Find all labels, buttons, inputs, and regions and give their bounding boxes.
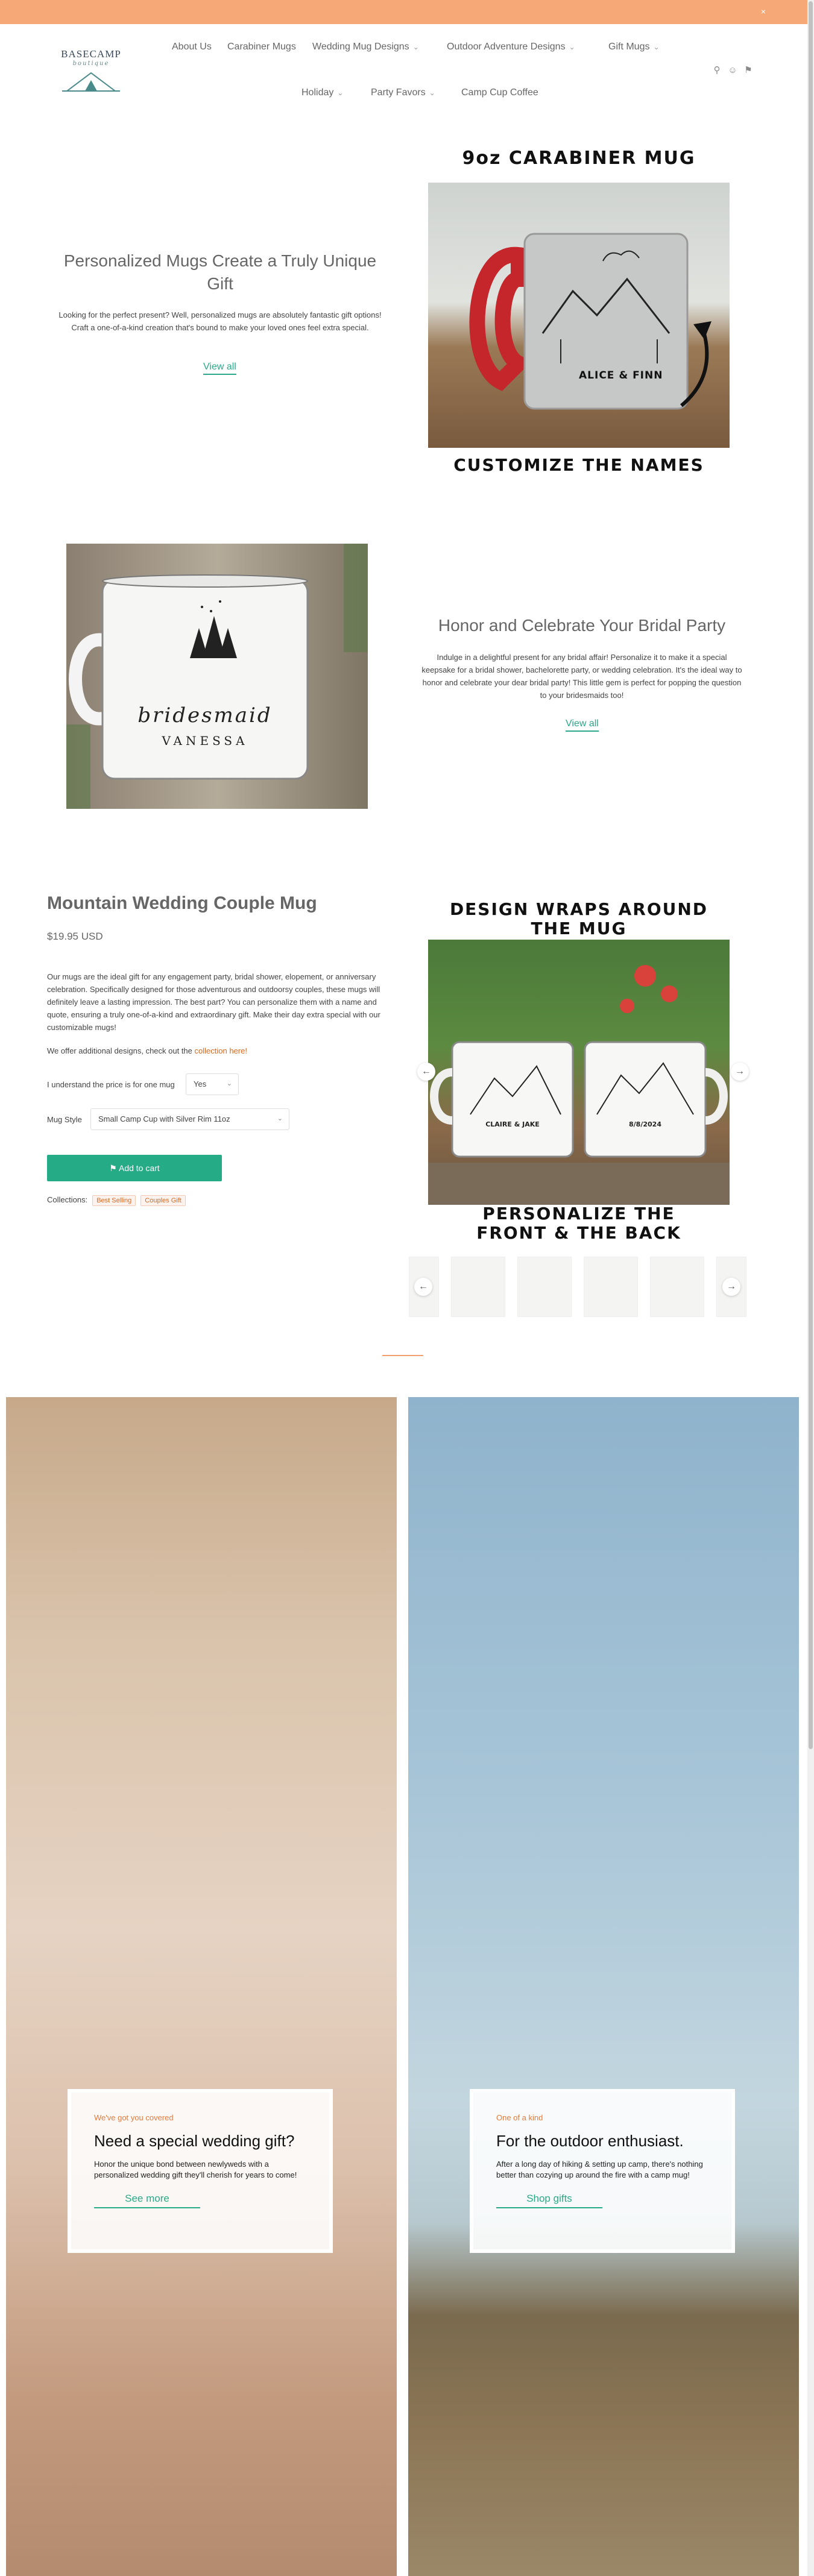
feature1-title: Need a special wedding gift? [94,2132,295,2150]
chevron-down-icon: ⌄ [412,43,419,51]
mug-right-text: 8/8/2024 [629,1120,661,1128]
product-more-designs: We offer additional designs, check out t… [47,1046,247,1055]
chevron-down-icon: ⌄ [429,89,435,97]
nav-wedding-mug-designs[interactable]: Wedding Mug Designs ⌄ [312,42,419,52]
product-price: $19.95 USD [47,931,103,942]
section1-view-all-link[interactable]: View all [203,362,236,375]
close-icon[interactable]: × [761,7,766,16]
chevron-down-icon: ⌄ [653,43,660,51]
outdoor-feature-image [408,1397,799,2576]
add-to-cart-button[interactable]: ⚑ Add to cart [47,1155,222,1181]
option1-label: I understand the price is for one mug [47,1080,175,1089]
arrow-left-icon: ← [418,1281,428,1292]
chevron-down-icon: ⌄ [277,1115,283,1122]
mug-left-text: CLAIRE & JAKE [485,1120,540,1128]
arrow-right-icon: → [735,1066,745,1076]
logo-sub: boutique [72,60,110,67]
wedding-feature-card: We've got you covered Need a special wed… [68,2089,333,2253]
nav-party-favors[interactable]: Party Favors ⌄ [371,87,435,98]
section1-title: Personalized Mugs Create a Truly Unique … [63,251,377,293]
chevron-down-icon: ⌄ [337,89,344,97]
feature2-text: After a long day of hiking & setting up … [496,2160,703,2179]
nav-camp-cup-coffee[interactable]: Camp Cup Coffee [461,87,538,98]
nav-holiday[interactable]: Holiday ⌄ [301,87,343,98]
couple-mug-photo: CLAIRE & JAKE 8/8/2024 [428,940,730,1205]
arrow-right-icon: → [727,1281,736,1292]
user-icon[interactable]: ☺ [727,65,738,76]
collection-tag-couples-gift[interactable]: Couples Gift [140,1195,186,1206]
couple-mug-illustration [428,965,730,1205]
cart-icon[interactable]: ⚑ [743,65,754,76]
carabiner-mug-illustration [469,233,711,410]
see-more-link[interactable]: See more [94,2193,200,2208]
logo-name: BASECAMP [61,48,121,60]
section2-title: Honor and Celebrate Your Bridal Party [438,616,726,635]
bridesmaid-mug-illustration [66,544,368,809]
carabiner-mug-photo: ALICE & FINN [428,183,730,448]
thumbnail-2[interactable] [451,1257,505,1317]
feature1-text: Honor the unique bond between newlyweds … [94,2160,297,2179]
section1-body: Looking for the perfect present? Well, p… [58,310,382,332]
logo-tent-icon [62,72,120,92]
wedding-feature-image [6,1397,397,2576]
bridesmaid-name-text: VANESSA [162,734,248,748]
outdoor-feature-card: One of a kind For the outdoor enthusiast… [470,2089,735,2253]
product-title: Mountain Wedding Couple Mug [47,893,317,913]
nav-gift-mugs[interactable]: Gift Mugs ⌄ [608,42,660,52]
scrollbar-thumb[interactable] [809,1,813,1749]
section2-view-all-link[interactable]: View all [566,718,599,732]
nav-about-us[interactable]: About Us [172,42,212,52]
promo2-bottom-caption: PERSONALIZE THE FRONT & THE BACK [476,1204,681,1243]
promo1-top-caption: 9oz CARABINER MUG [462,148,696,169]
option1-select[interactable]: Yes ⌄ [186,1073,239,1095]
collection-link[interactable]: collection here! [195,1046,247,1055]
thumbnail-strip: ← → [409,1257,766,1317]
thumbnail-3[interactable] [517,1257,572,1317]
product-description: Our mugs are the ideal gift for any enga… [47,972,380,1032]
chevron-down-icon: ⌄ [226,1080,232,1087]
section-divider [382,1355,423,1356]
site-logo[interactable]: BASECAMP boutique [58,48,124,102]
feature2-eyebrow: One of a kind [496,2113,543,2122]
bridesmaid-mug-photo: bridesmaid VANESSA [66,544,368,809]
collection-tag-best-selling[interactable]: Best Selling [92,1195,136,1206]
option2-label: Mug Style [47,1115,82,1124]
feature2-title: For the outdoor enthusiast. [496,2132,684,2150]
section2-body: Indulge in a delightful present for any … [421,653,742,700]
gallery-prev-button[interactable]: ← [417,1063,435,1081]
promo2-top-caption: DESIGN WRAPS AROUND THE MUG [449,899,708,938]
gallery-next-button[interactable]: → [731,1063,749,1081]
bridesmaid-script-text: bridesmaid [137,703,273,727]
thumbnail-4[interactable] [584,1257,638,1317]
nav-carabiner-mugs[interactable]: Carabiner Mugs [227,42,296,52]
chevron-down-icon: ⌄ [569,43,575,51]
collections-row: Collections: Best Selling Couples Gift [47,1195,186,1206]
search-icon[interactable]: ⚲ [711,65,722,76]
promo1-bottom-caption: CUSTOMIZE THE NAMES [453,455,704,475]
option2-select[interactable]: Small Camp Cup with Silver Rim 11oz ⌄ [90,1108,289,1130]
feature1-eyebrow: We've got you covered [94,2113,174,2122]
announcement-bar: × [0,0,814,24]
scrollbar[interactable] [807,0,814,2576]
thumbnails-prev-button[interactable]: ← [414,1278,432,1296]
cart-icon: ⚑ [109,1163,117,1173]
header-icons: ⚲ ☺ ⚑ [711,65,759,76]
thumbnail-5[interactable] [650,1257,704,1317]
mug-names-text: ALICE & FINN [579,369,663,382]
shop-gifts-link[interactable]: Shop gifts [496,2193,602,2208]
thumbnails-next-button[interactable]: → [722,1278,740,1296]
nav-outdoor-adventure-designs[interactable]: Outdoor Adventure Designs ⌄ [447,42,575,52]
arrow-left-icon: ← [421,1066,431,1076]
